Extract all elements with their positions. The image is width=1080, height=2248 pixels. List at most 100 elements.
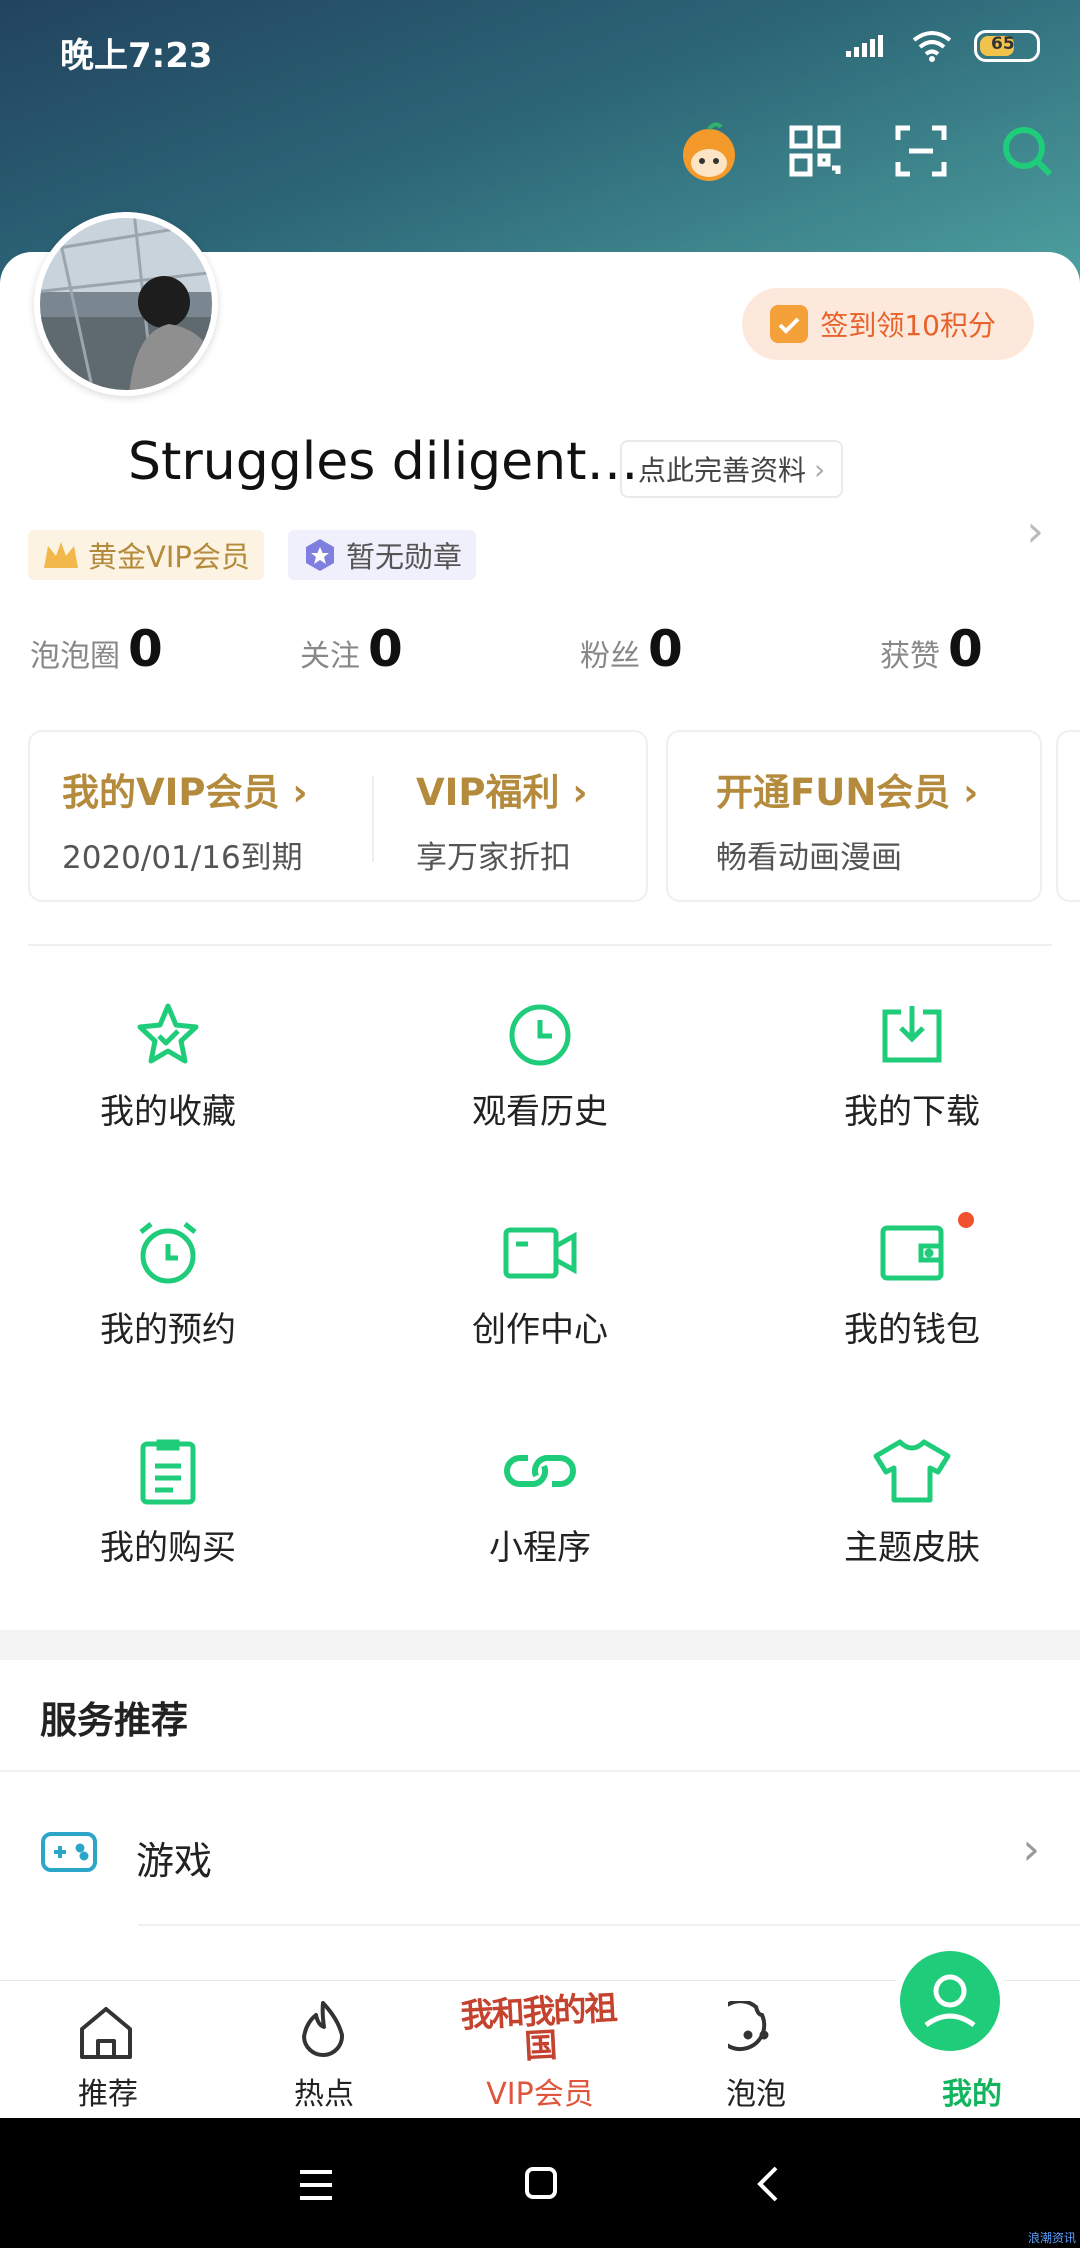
medal-badge[interactable]: 暂无勋章: [288, 530, 477, 580]
grid-mini-programs[interactable]: 小程序: [390, 1436, 690, 1616]
flame-icon: [302, 2001, 345, 2058]
stat-bubble-circle[interactable]: 泡泡圈 0: [0, 620, 230, 678]
username[interactable]: Struggles diligent…: [128, 432, 639, 492]
vip-expiry: 2020/01/16到期: [62, 840, 303, 876]
medal-badge-label: 暂无勋章: [346, 540, 463, 574]
mascot-icon[interactable]: [656, 118, 762, 184]
vip-welfare-sub: 享万家折扣: [416, 840, 571, 876]
crown-icon: [44, 542, 78, 568]
stat-value: 0: [648, 620, 683, 678]
grid-label: 主题皮肤: [844, 1528, 980, 1568]
qr-code-icon[interactable]: [762, 118, 868, 184]
alarm-icon: [139, 1222, 197, 1284]
gamepad-icon: [41, 1832, 97, 1872]
tab-recommend[interactable]: 推荐: [0, 1981, 216, 2119]
vip-divider: [372, 776, 374, 862]
grid-purchases[interactable]: 我的购买: [18, 1436, 318, 1616]
profile-chevron-icon[interactable]: ›: [1026, 506, 1044, 557]
grid-label: 我的下载: [844, 1092, 980, 1132]
tab-label: 热点: [294, 2077, 354, 2112]
home-icon: [80, 2007, 132, 2059]
download-icon: [882, 1006, 942, 1063]
stat-likes[interactable]: 获赞 0: [780, 620, 1080, 678]
service-item-games[interactable]: 游戏 ›: [0, 1800, 1080, 1910]
stat-following[interactable]: 关注 0: [230, 620, 500, 678]
search-icon[interactable]: [974, 118, 1080, 184]
stat-fans[interactable]: 粉丝 0: [500, 620, 780, 678]
grid-label: 观看历史: [472, 1092, 608, 1132]
fun-vip-sub: 畅看动画漫画: [716, 840, 902, 876]
fun-vip-link[interactable]: 开通FUN会员 ›: [716, 762, 978, 816]
medal-icon: [306, 539, 334, 571]
wallet-icon: [880, 1225, 944, 1281]
edit-profile-label: 点此完善资料: [638, 454, 807, 487]
grid-label: 我的钱包: [844, 1310, 980, 1350]
status-time: 晚上7:23: [60, 36, 213, 76]
stat-label: 粉丝: [580, 639, 640, 674]
vip-card: 我的VIP会员 › 2020/01/16到期 VIP福利 › 享万家折扣: [28, 730, 648, 902]
star-icon: [137, 1003, 199, 1064]
services-divider: [0, 1770, 1080, 1772]
watermark: 浪潮资讯: [1027, 2231, 1076, 2245]
tab-mine[interactable]: 我的: [864, 1943, 1080, 2119]
grid-wallet[interactable]: 我的钱包: [762, 1212, 1062, 1398]
video-camera-icon: [503, 1227, 577, 1279]
grid-downloads[interactable]: 我的下载: [762, 1000, 1062, 1180]
calendar-check-icon: [770, 305, 809, 343]
tab-label: VIP会员: [486, 2077, 594, 2112]
tab-vip[interactable]: 我和我的祖国 VIP会员: [432, 1981, 648, 2119]
grid-label: 我的预约: [100, 1310, 236, 1350]
grid-theme-skin[interactable]: 主题皮肤: [762, 1436, 1062, 1616]
grid-reservations[interactable]: 我的预约: [18, 1218, 318, 1398]
stat-label: 关注: [300, 639, 360, 674]
edit-profile-button[interactable]: 点此完善资料 ›: [620, 440, 844, 498]
stats-row: 泡泡圈 0 关注 0 粉丝 0 获赞 0: [0, 620, 1080, 678]
services-divider: [138, 1924, 1080, 1926]
clock-icon: [509, 1004, 571, 1066]
grid-history[interactable]: 观看历史: [390, 1000, 690, 1180]
profile-icon: [892, 1943, 1008, 2059]
scan-icon[interactable]: [868, 118, 974, 184]
grid-label: 我的收藏: [100, 1092, 236, 1132]
vip-promo-icon: 我和我的祖国: [459, 1987, 617, 2066]
services-title: 服务推荐: [40, 1699, 188, 1742]
battery-level: 65: [991, 34, 1015, 54]
clipboard-icon: [140, 1439, 196, 1505]
menu-icon[interactable]: [298, 2168, 334, 2202]
back-icon[interactable]: [754, 2164, 780, 2204]
stat-value: 0: [368, 620, 403, 678]
stat-label: 获赞: [880, 639, 940, 674]
tab-label: 推荐: [78, 2077, 138, 2112]
grid-favorites[interactable]: 我的收藏: [18, 1000, 318, 1180]
fun-vip-card[interactable]: 开通FUN会员 › 畅看动画漫画: [666, 730, 1042, 902]
notification-dot: [958, 1212, 974, 1228]
system-nav-bar: 浪潮资讯: [0, 2118, 1080, 2248]
status-icons: 65: [846, 30, 1040, 62]
battery-icon: 65: [974, 30, 1040, 62]
vip-welfare-link[interactable]: VIP福利 ›: [416, 762, 588, 816]
avatar[interactable]: [34, 212, 218, 396]
tab-hot[interactable]: 热点: [216, 1981, 432, 2119]
bubble-face-icon: [728, 2001, 769, 2052]
grid-creator-center[interactable]: 创作中心: [390, 1218, 690, 1398]
home-square-icon[interactable]: [524, 2166, 558, 2200]
grid-label: 我的购买: [100, 1528, 236, 1568]
checkin-button[interactable]: 签到领10积分: [742, 288, 1034, 360]
stat-value: 0: [948, 620, 983, 678]
stat-label: 泡泡圈: [30, 639, 120, 674]
vip-level-badge[interactable]: 黄金VIP会员: [28, 530, 264, 580]
tab-bubbles[interactable]: 泡泡: [648, 1981, 864, 2119]
grid-label: 创作中心: [472, 1310, 608, 1350]
tab-label: 泡泡: [726, 2077, 786, 2112]
checkin-label: 签到领10积分: [820, 309, 996, 342]
more-card-peek[interactable]: [1056, 730, 1080, 902]
chevron-right-icon: ›: [814, 452, 826, 486]
tab-label: 我的: [942, 2077, 1002, 2112]
grid-label: 小程序: [489, 1528, 591, 1568]
stat-value: 0: [128, 620, 163, 678]
my-vip-link[interactable]: 我的VIP会员 ›: [62, 762, 308, 816]
section-divider: [28, 944, 1052, 946]
section-separator: [0, 1630, 1080, 1660]
bottom-nav: 推荐 热点 我和我的祖国 VIP会员 泡泡 我的: [0, 1943, 1080, 2119]
service-label: 游戏: [136, 1839, 213, 1883]
